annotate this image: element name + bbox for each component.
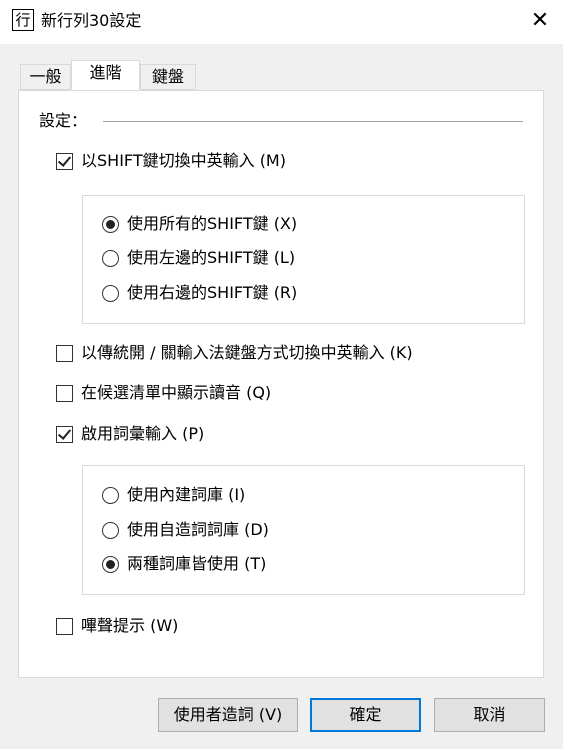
show-pronunciation-label: 在候選清單中顯示讀音 (Q)	[81, 383, 272, 402]
shift-toggle-label: 以SHIFT鍵切換中英輸入 (M)	[81, 151, 286, 170]
beep-label: 嗶聲提示 (W)	[81, 616, 179, 635]
ime-toggle-option[interactable]: 以傳統開 / 關輸入法鍵盤方式切換中英輸入 (K)	[56, 342, 413, 364]
phrase-both-label: 兩種詞庫皆使用 (T)	[127, 554, 267, 573]
shift-option-all[interactable]: 使用所有的SHIFT鍵 (X)	[102, 213, 297, 235]
shift-all-label: 使用所有的SHIFT鍵 (X)	[127, 214, 298, 233]
shift-toggle-checkbox[interactable]	[56, 152, 73, 170]
title-bar: 行 新行列30設定 ✕	[0, 0, 563, 44]
cancel-button[interactable]: 取消	[434, 698, 545, 732]
close-icon[interactable]: ✕	[517, 0, 563, 44]
shift-toggle-option[interactable]: 以SHIFT鍵切換中英輸入 (M)	[56, 150, 286, 172]
beep-option[interactable]: 嗶聲提示 (W)	[56, 615, 178, 637]
section-divider	[103, 121, 523, 122]
ime-toggle-label: 以傳統開 / 關輸入法鍵盤方式切換中英輸入 (K)	[81, 343, 413, 362]
window-title: 新行列30設定	[41, 11, 142, 30]
phrase-builtin-radio[interactable]	[102, 486, 119, 504]
user-phrase-button[interactable]: 使用者造詞 (V)	[158, 698, 298, 732]
settings-section-label: 設定：	[39, 111, 88, 130]
app-icon: 行	[12, 9, 34, 31]
shift-option-left[interactable]: 使用左邊的SHIFT鍵 (L)	[102, 247, 295, 269]
tab-keyboard[interactable]: 鍵盤	[140, 64, 196, 90]
shift-option-right[interactable]: 使用右邊的SHIFT鍵 (R)	[102, 282, 297, 304]
phrase-input-checkbox[interactable]	[56, 425, 73, 443]
phrase-input-label: 啟用詞彙輸入 (P)	[81, 424, 205, 443]
tab-advanced[interactable]: 進階	[71, 60, 140, 90]
shift-right-radio[interactable]	[102, 284, 119, 302]
phrase-input-option[interactable]: 啟用詞彙輸入 (P)	[56, 423, 204, 445]
tab-general[interactable]: 一般	[20, 64, 71, 90]
phrase-builtin-label: 使用內建詞庫 (I)	[127, 485, 246, 504]
beep-checkbox[interactable]	[56, 617, 73, 635]
shift-left-radio[interactable]	[102, 249, 119, 267]
phrase-option-both[interactable]: 兩種詞庫皆使用 (T)	[102, 553, 266, 575]
show-pronunciation-option[interactable]: 在候選清單中顯示讀音 (Q)	[56, 382, 271, 404]
phrase-option-builtin[interactable]: 使用內建詞庫 (I)	[102, 484, 245, 506]
show-pronunciation-checkbox[interactable]	[56, 384, 73, 402]
phrase-user-radio[interactable]	[102, 521, 119, 539]
shift-left-label: 使用左邊的SHIFT鍵 (L)	[127, 248, 296, 267]
shift-right-label: 使用右邊的SHIFT鍵 (R)	[127, 283, 298, 302]
ime-toggle-checkbox[interactable]	[56, 344, 73, 362]
phrase-user-label: 使用自造詞詞庫 (D)	[127, 520, 269, 539]
ok-button[interactable]: 確定	[310, 698, 421, 732]
phrase-both-radio[interactable]	[102, 555, 119, 573]
phrase-option-user[interactable]: 使用自造詞詞庫 (D)	[102, 519, 269, 541]
shift-all-radio[interactable]	[102, 215, 119, 233]
